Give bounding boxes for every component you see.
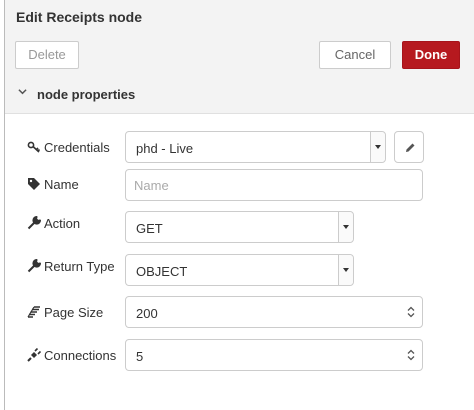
return-type-label: Return Type (27, 257, 115, 275)
tray-toolbar: Delete Cancel Done (5, 34, 474, 78)
credentials-label: Credentials (27, 138, 110, 156)
name-label-text: Name (44, 176, 79, 192)
name-label: Name (27, 175, 79, 193)
chevron-down-icon (18, 87, 27, 99)
connections-label: Connections (27, 346, 116, 364)
action-label-text: Action (44, 215, 81, 231)
edit-node-tray: Edit Receipts node Delete Cancel Done no… (4, 0, 474, 410)
wrench-icon (27, 259, 41, 273)
plug-icon (27, 347, 42, 362)
credentials-label-text: Credentials (44, 139, 110, 155)
cancel-button[interactable]: Cancel (319, 41, 391, 69)
tray-title: Edit Receipts node (16, 9, 143, 25)
tag-icon (27, 177, 41, 191)
credentials-select[interactable]: phd - Live (125, 131, 386, 163)
action-value: GET (136, 221, 163, 236)
dropdown-arrow-icon (338, 212, 353, 242)
credentials-value: phd - Live (136, 141, 194, 156)
name-input[interactable]: Name (125, 169, 423, 201)
stepper-icon[interactable] (406, 348, 416, 362)
delete-button[interactable]: Delete (15, 41, 79, 69)
dropdown-arrow-icon (338, 255, 353, 285)
done-button[interactable]: Done (402, 41, 460, 69)
key-icon (27, 140, 41, 154)
return-type-value: OBJECT (136, 264, 188, 279)
tray-header: Edit Receipts node (5, 0, 474, 35)
page-size-label: Page Size (27, 303, 103, 321)
wrench-icon (27, 216, 41, 230)
page-size-value: 200 (136, 306, 158, 321)
pencil-icon (406, 143, 415, 152)
name-placeholder: Name (134, 178, 169, 193)
section-title: node properties (37, 87, 136, 102)
node-properties-section-header[interactable]: node properties (5, 77, 474, 114)
action-label: Action (27, 214, 80, 232)
edit-credentials-button[interactable] (394, 131, 424, 163)
page-size-label-text: Page Size (44, 304, 104, 320)
connections-label-text: Connections (44, 347, 117, 363)
connections-value: 5 (136, 349, 144, 364)
connections-input[interactable]: 5 (125, 339, 423, 371)
page-size-input[interactable]: 200 (125, 296, 423, 328)
return-type-label-text: Return Type (44, 258, 115, 274)
stepper-icon[interactable] (406, 305, 416, 319)
dropdown-arrow-icon (370, 132, 385, 162)
layers-icon (27, 305, 41, 319)
return-type-select[interactable]: OBJECT (125, 254, 354, 286)
action-select[interactable]: GET (125, 211, 354, 243)
